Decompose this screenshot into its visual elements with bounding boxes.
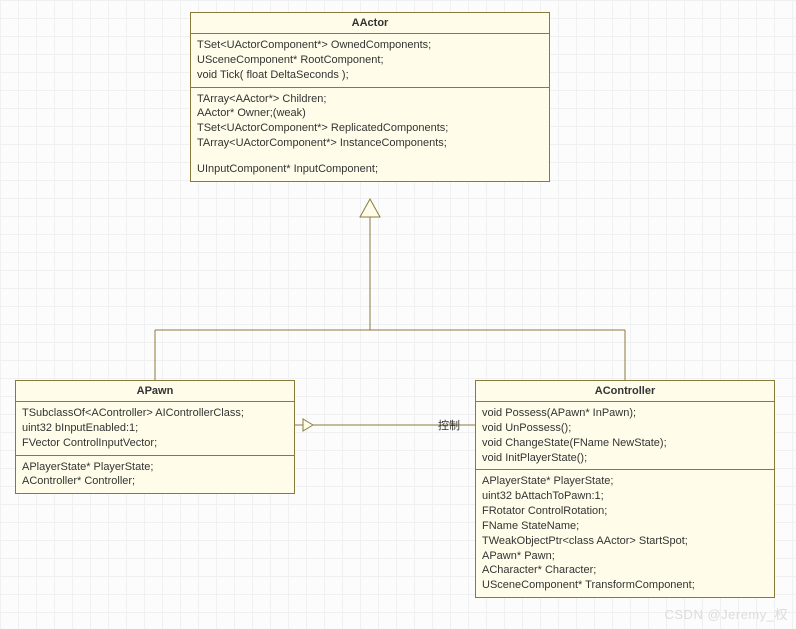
watermark: CSDN @Jeremy_权 [665,604,789,623]
member-line: TArray<AActor*> Children; [197,92,543,107]
class-aactor-section1: TSet<UActorComponent*> OwnedComponents; … [191,34,549,88]
member-line: TSet<UActorComponent*> ReplicatedCompone… [197,121,543,136]
class-apawn-section2: APlayerState* PlayerState; AController* … [16,456,294,494]
blank-line [197,151,543,162]
class-aactor-title: AActor [191,13,549,34]
class-acontroller: AController void Possess(APawn* InPawn);… [475,380,775,598]
member-line: uint32 bAttachToPawn:1; [482,489,768,504]
assoc-label-control: 控制 [438,418,460,432]
member-line: APawn* Pawn; [482,549,768,564]
member-line: AActor* Owner;(weak) [197,106,543,121]
class-aactor: AActor TSet<UActorComponent*> OwnedCompo… [190,12,550,182]
member-line: FRotator ControlRotation; [482,504,768,519]
class-apawn-section1: TSubclassOf<AController> AIControllerCla… [16,402,294,456]
member-line: void InitPlayerState(); [482,451,768,466]
member-line: FVector ControlInputVector; [22,436,288,451]
member-line: TWeakObjectPtr<class AActor> StartSpot; [482,534,768,549]
member-line: TSubclassOf<AController> AIControllerCla… [22,406,288,421]
member-line: APlayerState* PlayerState; [22,460,288,475]
member-line: void Tick( float DeltaSeconds ); [197,68,543,83]
member-line: void Possess(APawn* InPawn); [482,406,768,421]
class-acontroller-section1: void Possess(APawn* InPawn); void UnPoss… [476,402,774,470]
member-line: uint32 bInputEnabled:1; [22,421,288,436]
member-line: ACharacter* Character; [482,563,768,578]
member-line: AController* Controller; [22,474,288,489]
class-aactor-section2: TArray<AActor*> Children; AActor* Owner;… [191,88,549,181]
member-line: void UnPossess(); [482,421,768,436]
member-line: TArray<UActorComponent*> InstanceCompone… [197,136,543,151]
member-line: FName StateName; [482,519,768,534]
member-line: APlayerState* PlayerState; [482,474,768,489]
member-line: UInputComponent* InputComponent; [197,162,543,177]
member-line: TSet<UActorComponent*> OwnedComponents; [197,38,543,53]
class-acontroller-section2: APlayerState* PlayerState; uint32 bAttac… [476,470,774,597]
member-line: USceneComponent* TransformComponent; [482,578,768,593]
class-acontroller-title: AController [476,381,774,402]
member-line: USceneComponent* RootComponent; [197,53,543,68]
class-apawn-title: APawn [16,381,294,402]
member-line: void ChangeState(FName NewState); [482,436,768,451]
class-apawn: APawn TSubclassOf<AController> AIControl… [15,380,295,494]
